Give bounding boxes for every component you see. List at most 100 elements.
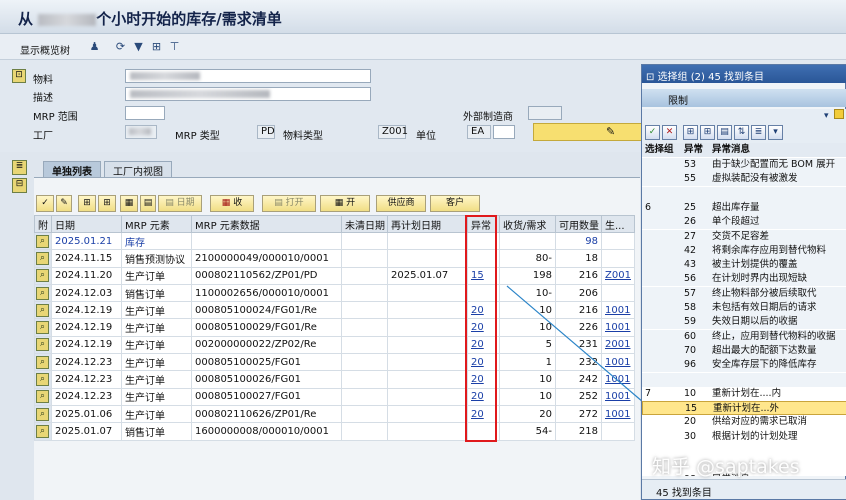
show-overview-button[interactable]: 显示概览树	[20, 42, 70, 57]
column-header[interactable]: 收货/需求	[499, 215, 556, 233]
edit-icon[interactable]: ✎	[606, 125, 615, 138]
popup-list-item[interactable]: 56 在计划时界内出现短缺	[642, 272, 846, 287]
popup-list-item[interactable]: 55 虚拟装配没有被激发	[642, 172, 846, 187]
receipt-button[interactable]: ▦ 收	[210, 195, 254, 212]
row-icon-cell[interactable]: ⌕	[34, 231, 52, 251]
doc-icon[interactable]: ▤	[140, 195, 156, 212]
pencil-icon[interactable]: ✎	[56, 195, 72, 212]
cell-date: 2025.01.07	[51, 422, 122, 441]
tab-single-list[interactable]: 单独列表	[43, 161, 101, 178]
popup-list-item[interactable]: 43 被主计划提供的覆盖	[642, 258, 846, 273]
material-field[interactable]	[125, 69, 371, 83]
column-header[interactable]: 可用数量	[555, 215, 602, 233]
refresh-icon[interactable]: ⟳	[114, 40, 127, 53]
popup-list-item[interactable]: 53 由于缺少配置而无 BOM 展开	[642, 158, 846, 172]
magnifier-icon[interactable]: ⌕	[36, 390, 49, 404]
magnifier-icon[interactable]: ⌕	[36, 269, 49, 283]
row-icon-cell[interactable]: ⌕	[34, 318, 52, 337]
column-header[interactable]: 生...	[601, 215, 635, 233]
check-icon[interactable]: ✓	[36, 195, 54, 212]
table-row[interactable]: ⌕ 2024.11.15 销售预测协议 2100000049/000010/0001 8…	[34, 249, 635, 268]
tab-plant-view[interactable]: 工厂内视图	[104, 161, 172, 178]
customer-button[interactable]: 客户	[430, 195, 480, 212]
tree-icon[interactable]: ⊞	[78, 195, 96, 212]
dropdown-icon[interactable]: ▾	[824, 111, 829, 121]
menu-icon[interactable]: ▾	[768, 125, 783, 140]
column-header[interactable]: 再计划日期	[387, 215, 468, 233]
popup-tab-restrict[interactable]: 限制	[642, 89, 846, 107]
cell-data: 1600000008/000010/0001	[191, 422, 342, 441]
row-icon-cell[interactable]: ⌕	[34, 404, 52, 424]
cell-prod[interactable]: 1001	[601, 404, 635, 424]
date-button[interactable]: ▤ 日期	[158, 195, 202, 212]
open-button[interactable]: ▤ 打开	[262, 195, 316, 212]
popup-list-item[interactable]: 60 终止，应用到替代物料的收据	[642, 329, 846, 344]
magnifier-icon[interactable]: ⌕	[36, 355, 49, 369]
table-row[interactable]: ⌕ 2025.01.06 生产订单 000802110626/ZP01/Re 20 20 2…	[34, 404, 635, 424]
magnifier-icon[interactable]: ⌕	[36, 373, 49, 387]
magnifier-icon[interactable]: ⌕	[36, 338, 49, 352]
filter-icon[interactable]: ▼	[132, 40, 145, 53]
row-icon-cell[interactable]: ⌕	[34, 301, 52, 320]
check-icon[interactable]: ✓	[645, 125, 660, 140]
table-row[interactable]: ⌕ 2024.11.20 生产订单 000802110562/ZP01/PD 2025.…	[34, 266, 635, 285]
vendor-button[interactable]: 供应商	[376, 195, 426, 212]
popup-list-item[interactable]	[642, 372, 846, 387]
popup-list-item[interactable]: 15 重新计划在...外	[642, 401, 846, 416]
filter-settings-icon[interactable]: ⊞	[150, 40, 163, 53]
popup-list-item[interactable]: 42 将剩余库存应用到替代物料	[642, 243, 846, 258]
table-row[interactable]: ⌕ 2025.01.07 销售订单 1600000008/000010/0001 54-…	[34, 422, 635, 441]
popup-list-item[interactable]: 58 未包括有效日期后的请求	[642, 301, 846, 315]
magnifier-icon[interactable]: ⌕	[36, 321, 49, 335]
user-icon[interactable]: ♟	[88, 40, 101, 53]
popup-list-item[interactable]: 6 25 超出库存量	[642, 200, 846, 215]
column-header[interactable]: 日期	[51, 215, 122, 233]
row-icon-cell[interactable]: ⌕	[34, 283, 52, 303]
material-icon[interactable]: ⊡	[12, 69, 26, 83]
magnifier-icon[interactable]: ⌕	[36, 407, 49, 421]
row-icon-cell[interactable]: ⌕	[34, 370, 52, 389]
layout-icon[interactable]: ⊤	[168, 40, 181, 53]
row-icon-cell[interactable]: ⌕	[34, 387, 52, 406]
grid-icon[interactable]: ▦	[120, 195, 138, 212]
popup-list-item[interactable]: 57 终止物料部分被后续取代	[642, 286, 846, 301]
column-header[interactable]: MRP 元素数据	[191, 215, 342, 233]
popup-list-item[interactable]: 27 交货不足容差	[642, 229, 846, 244]
row-icon-cell[interactable]: ⌕	[34, 422, 52, 441]
find-next-icon[interactable]: ⊞	[700, 125, 715, 140]
popup-list-item[interactable]: 20 供给对应的需求已取消	[642, 415, 846, 429]
row-icon-cell[interactable]: ⌕	[34, 266, 52, 285]
find-icon[interactable]: ⊞	[683, 125, 698, 140]
table-row[interactable]: ⌕ 2025.01.21 库存 98	[34, 231, 635, 251]
popup-list-item[interactable]: 59 失效日期以后的收据	[642, 315, 846, 330]
column-header[interactable]: 未清日期	[341, 215, 388, 233]
popup-list-item[interactable]: 7 10 重新计划在....内	[642, 387, 846, 401]
magnifier-icon[interactable]: ⌕	[36, 251, 49, 265]
popup-list-item[interactable]: 70 超出最大的配额下达数量	[642, 343, 846, 358]
list-icon[interactable]: ≣	[751, 125, 766, 140]
side-icon-1[interactable]: ≣	[12, 160, 27, 175]
cell-elem: 生产订单	[121, 335, 192, 355]
magnifier-icon[interactable]: ⌕	[36, 234, 49, 248]
sort-icon[interactable]: ⇅	[734, 125, 749, 140]
popup-list-item[interactable]: 26 单个段超过	[642, 215, 846, 230]
side-icon-2[interactable]: ⊟	[12, 178, 27, 193]
cell-prod[interactable]: Z001	[601, 266, 635, 285]
close-icon[interactable]: ✕	[662, 125, 677, 140]
magnifier-icon[interactable]: ⌕	[36, 303, 49, 317]
magnifier-icon[interactable]: ⌕	[36, 286, 49, 300]
row-icon-cell[interactable]: ⌕	[34, 335, 52, 355]
column-header[interactable]: 附	[34, 215, 52, 233]
yellow-input-bar[interactable]: ✎	[533, 123, 643, 141]
tree2-icon[interactable]: ⊞	[98, 195, 116, 212]
popup-list-item[interactable]	[642, 186, 846, 201]
column-header[interactable]: MRP 元素	[121, 215, 192, 233]
popup-list-item[interactable]: 96 安全库存层下的降低库存	[642, 358, 846, 373]
print-icon[interactable]: ▤	[717, 125, 732, 140]
open2-button[interactable]: ▦ 开	[320, 195, 370, 212]
magnifier-icon[interactable]: ⌕	[36, 424, 49, 438]
popup-list-item[interactable]: 30 根据计划的计划处理	[642, 430, 846, 444]
cell-elem: 库存	[121, 231, 192, 251]
row-icon-cell[interactable]: ⌕	[34, 353, 52, 372]
row-icon-cell[interactable]: ⌕	[34, 249, 52, 268]
